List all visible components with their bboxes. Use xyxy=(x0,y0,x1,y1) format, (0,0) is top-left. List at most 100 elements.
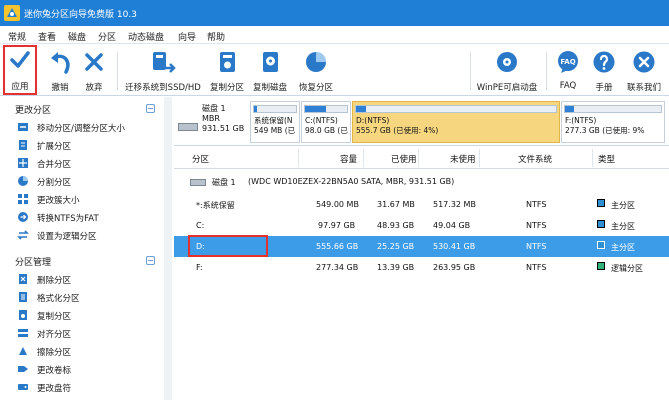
sidebar-item-label: 扩展分区 xyxy=(37,142,72,152)
sidebar-item-set-logical[interactable]: 设置为逻辑分区 xyxy=(0,226,165,244)
partition-block-f[interactable]: F:(NTFS) 277.3 GB (已使用: 9% xyxy=(561,101,665,143)
partition-block-c[interactable]: C:(NTFS) 98.0 GB (已 xyxy=(301,101,351,143)
column-header-filesystem[interactable]: 文件系统 xyxy=(518,153,552,165)
recover-partition-label: 恢复分区 xyxy=(298,83,333,93)
column-header-used[interactable]: 已使用 xyxy=(391,153,417,165)
contact-button[interactable]: 联系我们 xyxy=(622,48,666,93)
menu-view[interactable]: 查看 xyxy=(38,30,56,43)
winpe-bootable-button[interactable]: WinPE可启动盘 xyxy=(475,48,539,93)
menu-bar: 常规 查看 磁盘 分区 动态磁盘 向导 帮助 xyxy=(0,26,669,44)
disk-row[interactable]: 磁盘 1 (WDC WD10EZEX-22BN5A0 SATA, MBR, 93… xyxy=(174,171,669,193)
menu-partition[interactable]: 分区 xyxy=(98,30,116,43)
sidebar-item-cluster-size[interactable]: 更改簇大小 xyxy=(0,190,165,208)
partition-table: 分区 容量 已使用 未使用 文件系统 类型 磁盘 1 (WDC WD10EZEX… xyxy=(174,147,669,400)
contact-label: 联系我们 xyxy=(626,83,661,93)
sidebar-scrollbar[interactable] xyxy=(164,97,172,400)
row-free: 530.41 GB xyxy=(433,242,476,251)
column-divider xyxy=(418,149,419,167)
table-row[interactable]: C: 97.97 GB 48.93 GB 49.04 GB NTFS 主分区 xyxy=(174,215,669,236)
sidebar-item-label: 更改卷标 xyxy=(37,366,72,376)
column-header-partition[interactable]: 分区 xyxy=(192,153,209,165)
usage-bar xyxy=(304,105,348,113)
operations-sidebar: 更改分区 − 移动分区/调整分区大小 扩展分区 合并分区 分割分区 更改簇大小 … xyxy=(0,97,172,400)
row-capacity: 97.97 GB xyxy=(318,221,356,230)
disk-row-detail: (WDC WD10EZEX-22BN5A0 SATA, MBR, 931.51 … xyxy=(248,177,455,186)
convert-icon xyxy=(18,212,28,222)
help-question-icon xyxy=(593,51,615,73)
menu-disk[interactable]: 磁盘 xyxy=(68,30,86,43)
sidebar-item-split[interactable]: 分割分区 xyxy=(0,172,165,190)
row-name: F: xyxy=(196,263,203,272)
row-used: 31.67 MB xyxy=(377,200,415,209)
sidebar-item-move-resize[interactable]: 移动分区/调整分区大小 xyxy=(0,118,165,136)
row-filesystem: NTFS xyxy=(526,263,547,272)
sidebar-item-label: 转换NTFS为FAT xyxy=(37,214,99,224)
partition-block-system-reserved[interactable]: 系统保留(N 549 MB (已 xyxy=(250,101,300,143)
wipe-icon xyxy=(19,347,27,355)
partition-block-d[interactable]: D:(NTFS) 555.7 GB (已使用: 4%) xyxy=(352,101,560,143)
copy-disk-button[interactable]: 复制磁盘 xyxy=(244,48,296,93)
pie-recovery-icon xyxy=(306,52,326,72)
copy-partition-icon xyxy=(220,52,235,72)
merge-icon xyxy=(18,158,28,168)
toolbar-separator xyxy=(546,52,547,90)
migrate-os-button[interactable]: 迁移系统到SSD/HD xyxy=(124,48,202,93)
sidebar-item-align[interactable]: 对齐分区 xyxy=(0,324,165,342)
table-row[interactable]: F: 277.34 GB 13.39 GB 263.95 GB NTFS 逻辑分… xyxy=(174,257,669,278)
sidebar-item-label: 更改盘符 xyxy=(37,384,72,394)
sidebar-item-format[interactable]: 格式化分区 xyxy=(0,288,165,306)
sidebar-item-change-letter[interactable]: 更改盘符 xyxy=(0,378,165,396)
migrate-disk-icon xyxy=(153,52,176,73)
menu-help[interactable]: 帮助 xyxy=(207,30,225,43)
column-divider xyxy=(479,149,480,167)
partition-block-line1: F:(NTFS) xyxy=(565,116,597,125)
menu-dynamic-disk[interactable]: 动态磁盘 xyxy=(128,30,164,43)
sidebar-item-label: 合并分区 xyxy=(37,160,72,170)
label-tag-icon xyxy=(18,366,28,372)
collapse-icon[interactable]: − xyxy=(146,256,155,265)
faq-button[interactable]: FAQ FAQ xyxy=(548,48,588,92)
menu-wizard[interactable]: 向导 xyxy=(178,30,196,43)
usage-bar xyxy=(355,105,557,113)
section-header-change-partition[interactable]: 更改分区 − xyxy=(0,101,160,116)
recover-partition-button[interactable]: 恢复分区 xyxy=(290,48,342,93)
sidebar-item-merge[interactable]: 合并分区 xyxy=(0,154,165,172)
extend-icon xyxy=(19,140,27,150)
column-divider xyxy=(298,149,299,167)
column-header-capacity[interactable]: 容量 xyxy=(340,153,357,165)
sidebar-item-delete[interactable]: 删除分区 xyxy=(0,270,165,288)
sidebar-item-ntfs-to-fat[interactable]: 转换NTFS为FAT xyxy=(0,208,165,226)
partition-block-label: F:(NTFS) 277.3 GB (已使用: 9% xyxy=(565,116,644,136)
app-logo-icon xyxy=(4,5,20,21)
logical-partition-icon xyxy=(597,262,605,270)
sidebar-item-label: 删除分区 xyxy=(37,276,72,286)
manual-button[interactable]: 手册 xyxy=(586,48,622,93)
column-divider xyxy=(363,149,364,167)
table-header: 分区 容量 已使用 未使用 文件系统 类型 xyxy=(174,147,669,169)
checkmark-icon xyxy=(10,51,30,68)
toolbar: 应用 撤销 放弃 迁移系统到SSD/HD 复制分区 复制磁盘 恢复分区 WinP… xyxy=(0,44,669,96)
row-name: C: xyxy=(196,221,205,230)
sidebar-item-change-label[interactable]: 更改卷标 xyxy=(0,360,165,378)
menu-general[interactable]: 常规 xyxy=(8,30,26,43)
discard-button[interactable]: 放弃 xyxy=(68,48,120,93)
column-header-type[interactable]: 类型 xyxy=(598,153,615,165)
row-used: 25.25 GB xyxy=(377,242,415,251)
sidebar-item-copy[interactable]: 复制分区 xyxy=(0,306,165,324)
sidebar-item-wipe[interactable]: 擦除分区 xyxy=(0,342,165,360)
apply-button[interactable]: 应用 xyxy=(3,45,37,95)
usage-fill xyxy=(305,106,326,112)
sidebar-item-label: 格式化分区 xyxy=(37,294,80,304)
usage-fill xyxy=(254,106,257,112)
collapse-icon[interactable]: − xyxy=(146,104,155,113)
row-type: 主分区 xyxy=(611,222,635,231)
row-filesystem: NTFS xyxy=(526,242,547,251)
disk-map: 磁盘 1 MBR 931.51 GB 系统保留(N 549 MB (已 C:(N… xyxy=(174,98,669,146)
partition-block-line2: 555.7 GB (已使用: 4%) xyxy=(356,126,439,135)
column-header-free[interactable]: 未使用 xyxy=(450,153,476,165)
section-header-partition-management[interactable]: 分区管理 − xyxy=(0,253,160,268)
sidebar-item-extend[interactable]: 扩展分区 xyxy=(0,136,165,154)
table-row[interactable]: *:系统保留 549.00 MB 31.67 MB 517.32 MB NTFS… xyxy=(174,194,669,215)
cluster-grid-icon xyxy=(18,194,28,204)
sidebar-item-label: 分割分区 xyxy=(37,178,72,188)
